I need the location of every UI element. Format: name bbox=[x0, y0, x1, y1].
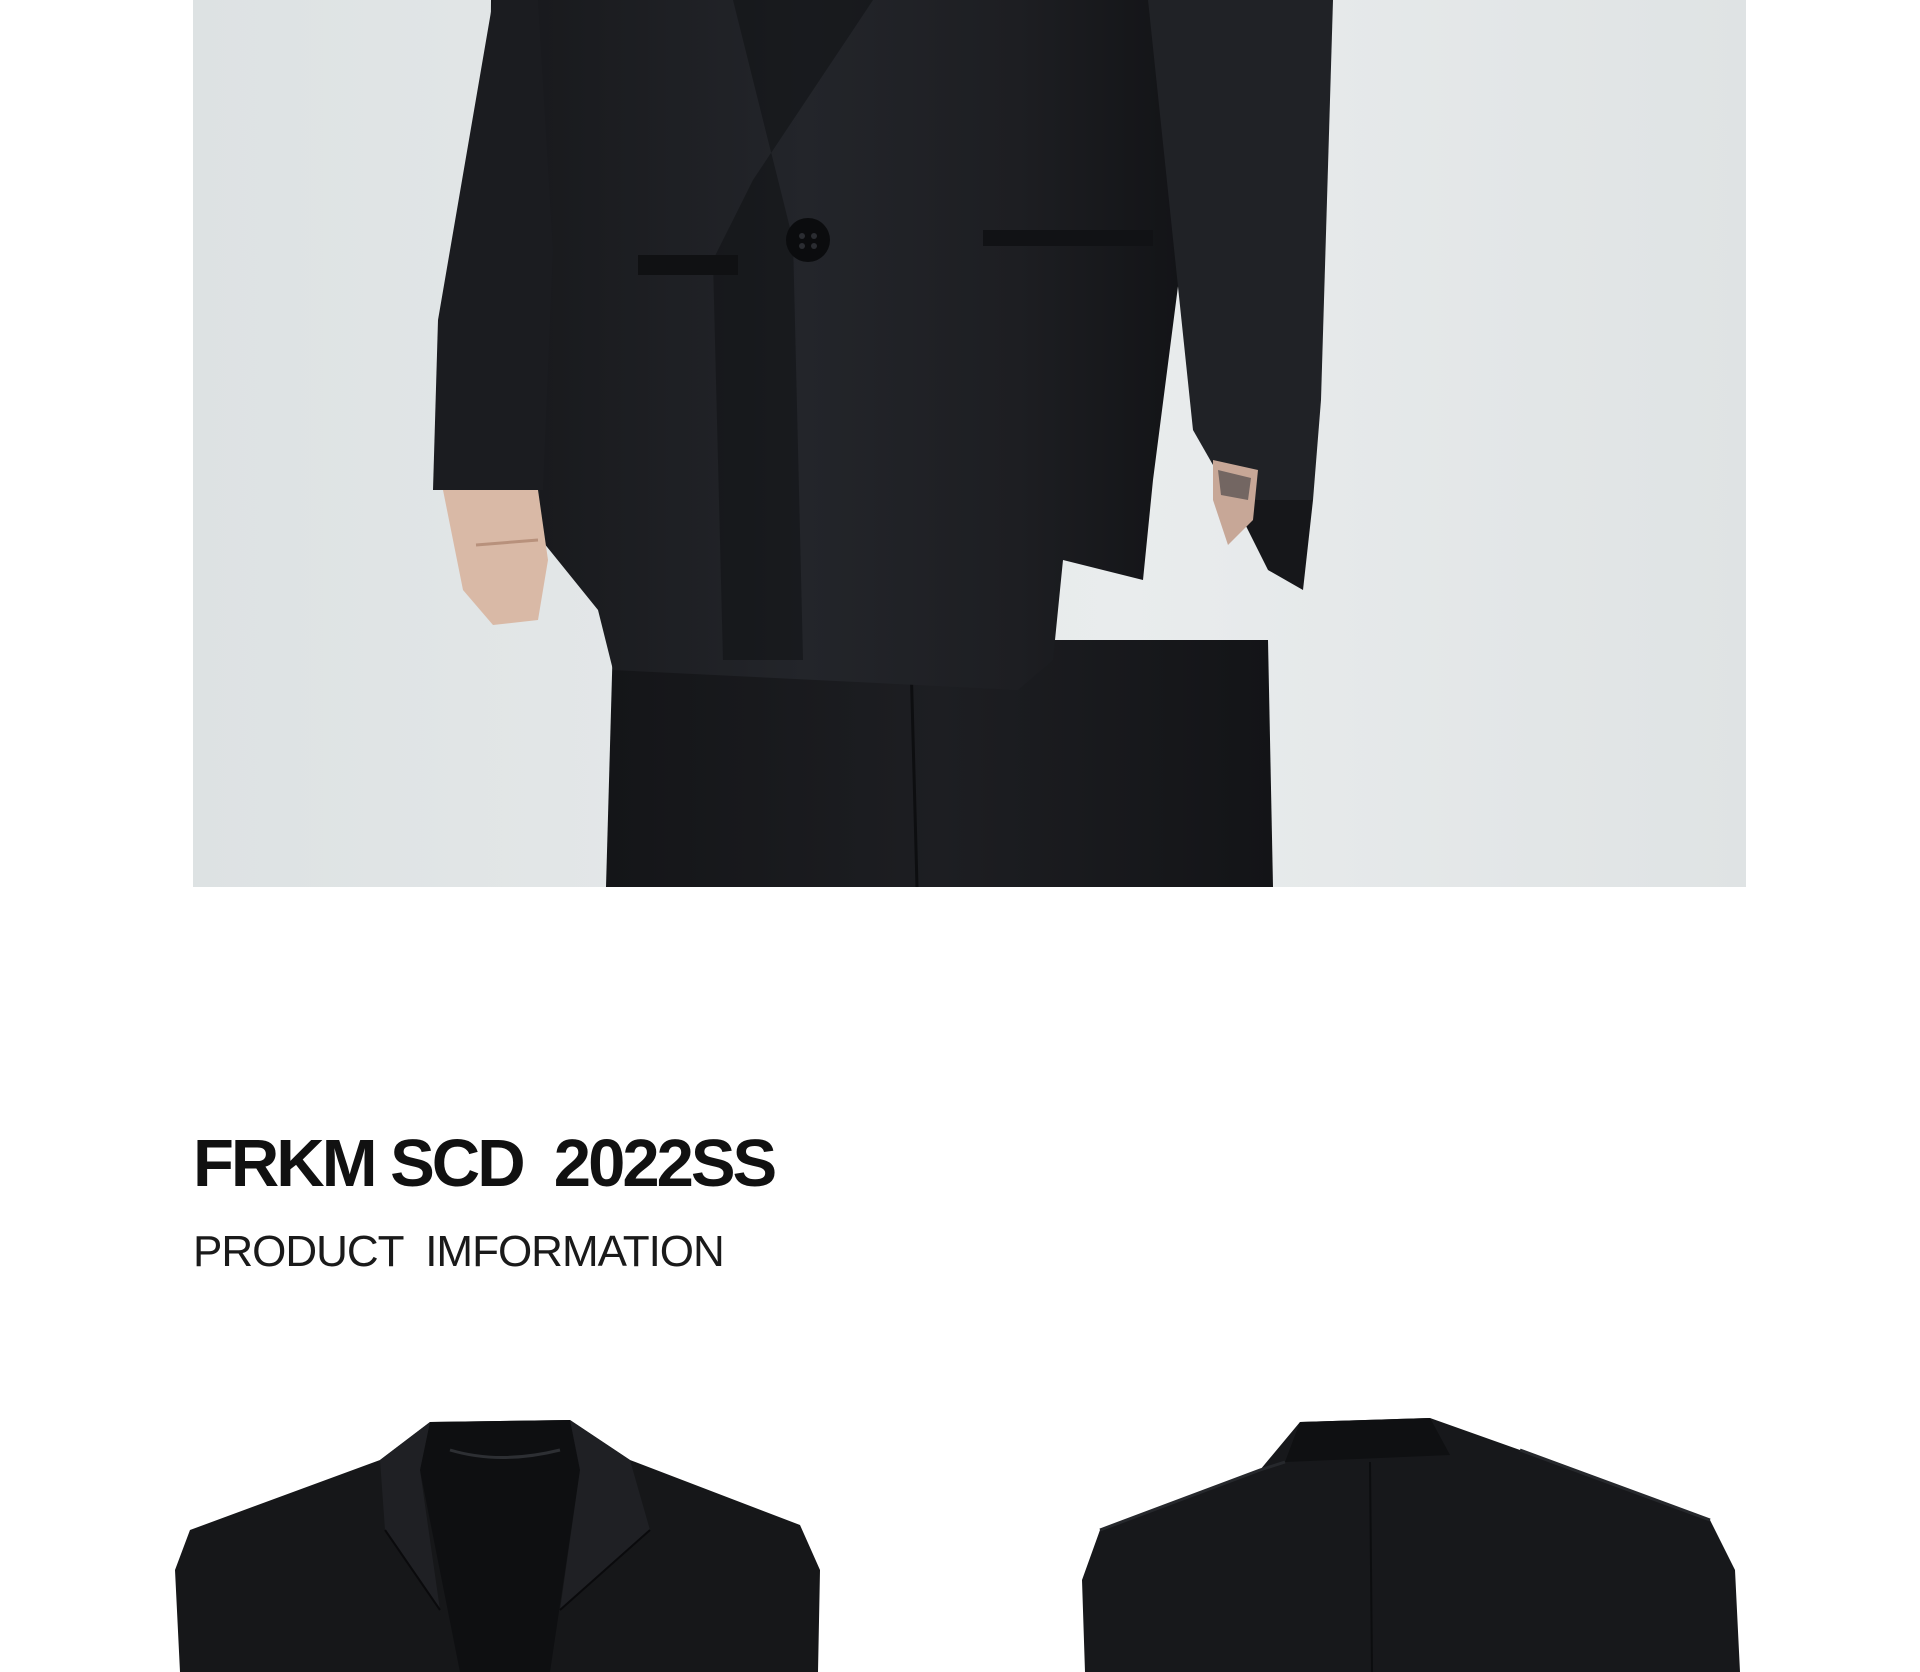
blazer-front-view bbox=[175, 1420, 820, 1672]
product-detail-page: FRKM SCD 2022SS PRODUCT IMFORMATION bbox=[0, 0, 1920, 1672]
blazer-back-image bbox=[1070, 1410, 1790, 1672]
model-wearing-black-blazer-photo bbox=[433, 0, 1333, 887]
product-collection-title: FRKM SCD 2022SS bbox=[193, 1126, 777, 1201]
blazer-front-image bbox=[130, 1410, 850, 1672]
hero-photo bbox=[193, 0, 1746, 887]
blazer-back-view bbox=[1082, 1418, 1740, 1672]
product-information-heading: PRODUCT IMFORMATION bbox=[193, 1227, 725, 1276]
